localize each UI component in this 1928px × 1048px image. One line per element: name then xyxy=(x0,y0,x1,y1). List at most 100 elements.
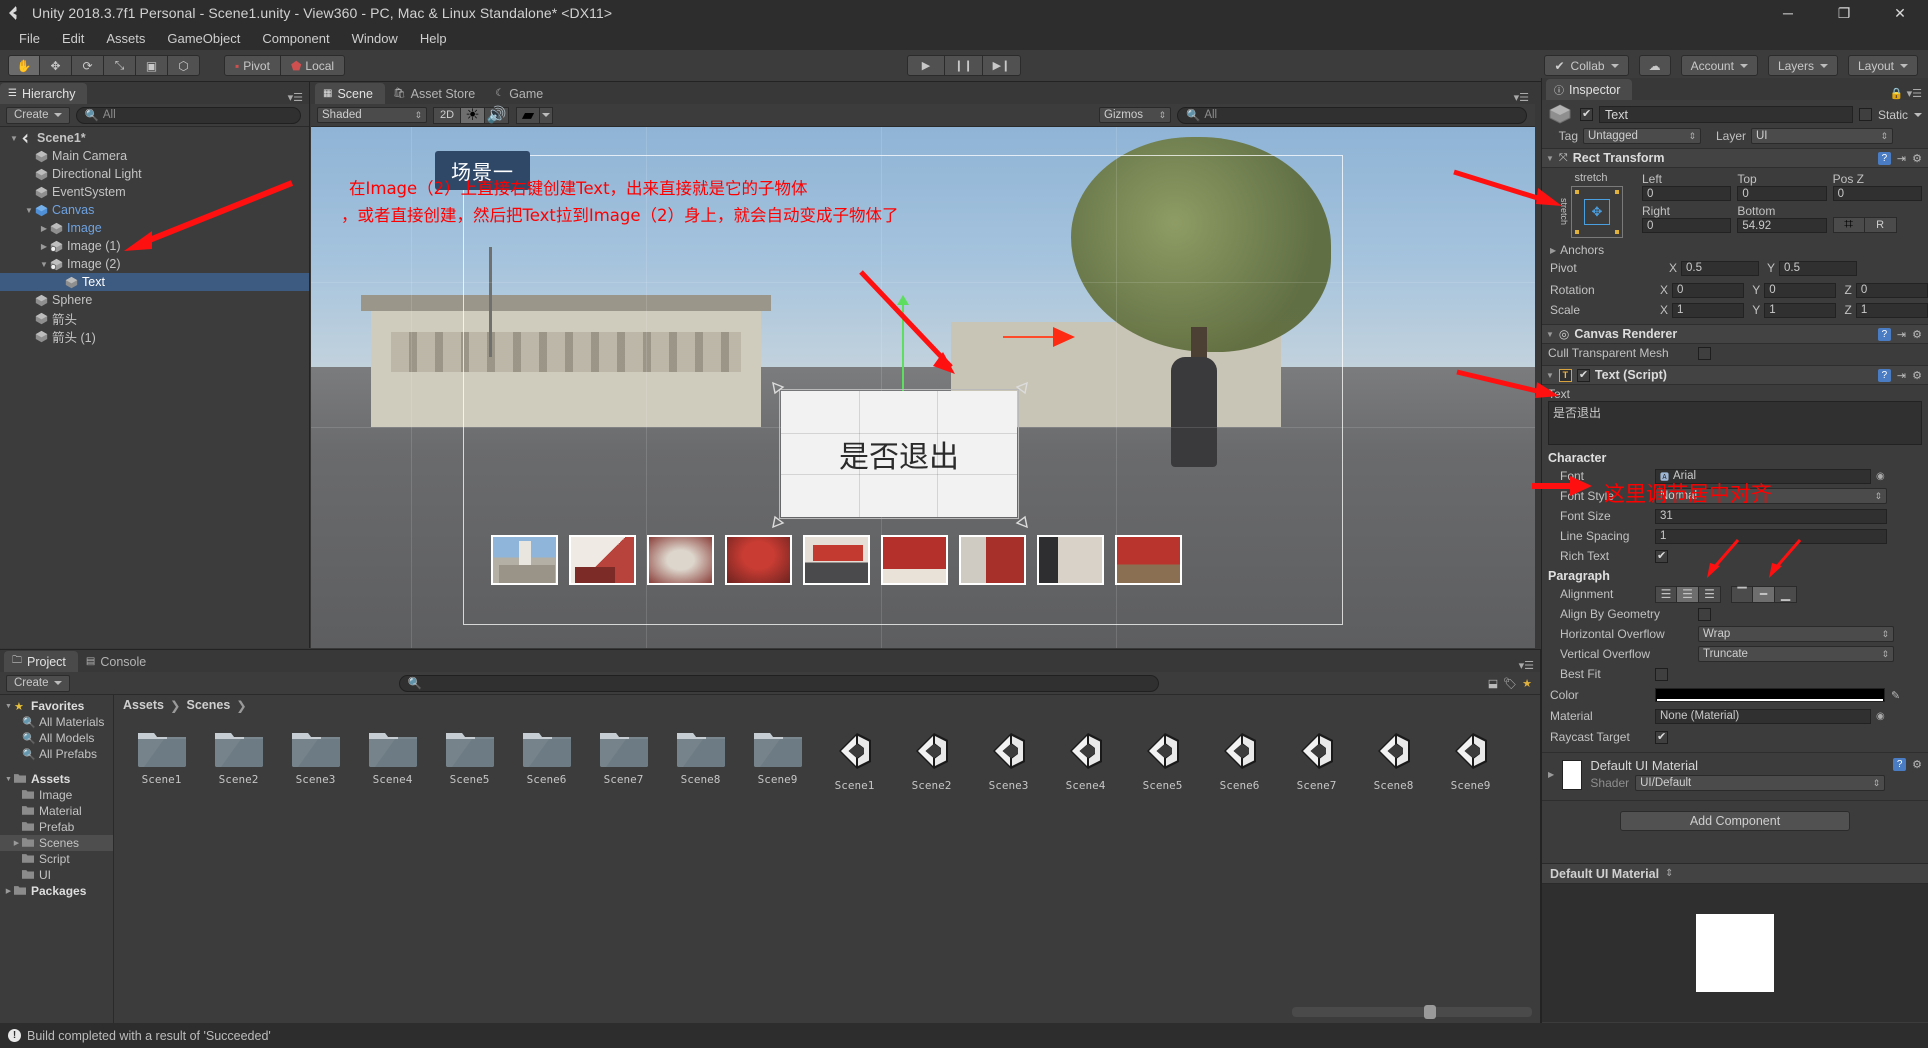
help-icon[interactable]: ? xyxy=(1877,327,1891,341)
pause-button[interactable]: ❙❙ xyxy=(945,55,983,76)
hierarchy-item-main-camera[interactable]: Main Camera xyxy=(0,147,309,165)
object-name-input[interactable]: Text xyxy=(1599,106,1853,123)
pivot-x-input[interactable]: 0.5 xyxy=(1681,260,1760,276)
scene-viewport[interactable]: 场景一 在Image（2）上直接右键创建Text，出来直接就是它的子物体 ，或者… xyxy=(311,127,1535,648)
anchors-foldout[interactable]: ▶ Anchors xyxy=(1542,241,1928,259)
menu-file[interactable]: File xyxy=(8,29,51,48)
left-input[interactable]: 0 xyxy=(1642,186,1732,201)
hierarchy-item-directional-light[interactable]: Directional Light xyxy=(0,165,309,183)
project-folder-tree[interactable]: ▼ ★ Favorites 🔍 All Materials 🔍 All Models 🔍 All… xyxy=(0,695,114,1023)
local-toggle[interactable]: ⬟ Local xyxy=(280,55,346,76)
chevron-down-icon[interactable]: ▼ xyxy=(38,260,50,269)
pivot-toggle[interactable]: ▪ Pivot xyxy=(224,55,281,76)
scale-z-input[interactable]: 1 xyxy=(1855,302,1928,318)
hierarchy-item-image-2[interactable]: ▼ Image (2) xyxy=(0,255,309,273)
project-create-button[interactable]: Create xyxy=(6,674,70,692)
hierarchy-create-button[interactable]: Create xyxy=(6,106,70,124)
hierarchy-item-image[interactable]: ▶ Image xyxy=(0,219,309,237)
scene-audio-icon[interactable]: 🔊 xyxy=(485,106,509,124)
account-button[interactable]: Account xyxy=(1680,55,1758,76)
preset-icon[interactable]: ⇥ xyxy=(1897,328,1906,341)
scene-thumbnail-strip[interactable] xyxy=(491,535,1182,585)
project-search-input[interactable]: 🔍 xyxy=(398,674,1159,692)
tab-inspector[interactable]: ⓘ Inspector xyxy=(1546,79,1633,100)
thumbnail-item[interactable] xyxy=(647,535,714,585)
align-top-button[interactable]: ▔ xyxy=(1731,585,1753,603)
project-tree-item-material[interactable]: Material xyxy=(0,803,113,819)
project-tree-item-all-models[interactable]: 🔍 All Models xyxy=(0,730,113,746)
static-checkbox[interactable] xyxy=(1858,108,1872,121)
project-tree-item-image[interactable]: Image xyxy=(0,787,113,803)
align-left-button[interactable]: ☰ xyxy=(1655,585,1677,603)
chevron-down-icon[interactable]: ▼ xyxy=(3,703,14,710)
asset-item[interactable]: Scene6 xyxy=(1201,727,1278,792)
chevron-down-icon[interactable]: ▼ xyxy=(8,134,20,143)
toggle-2d[interactable]: 2D xyxy=(433,106,461,124)
breadcrumb-assets[interactable]: Assets xyxy=(123,698,164,712)
top-input[interactable]: 0 xyxy=(1737,186,1827,201)
help-icon[interactable]: ? xyxy=(1877,151,1891,165)
gear-icon[interactable]: ⚙ xyxy=(1912,328,1922,341)
hierarchy-item-sphere[interactable]: Sphere xyxy=(0,291,309,309)
tab-asset-store[interactable]: 🛍 Asset Store xyxy=(385,83,487,104)
shading-mode-dropdown[interactable]: Shaded xyxy=(317,107,427,123)
menu-window[interactable]: Window xyxy=(341,29,409,48)
posz-input[interactable]: 0 xyxy=(1832,186,1922,201)
tab-hierarchy[interactable]: ☰ Hierarchy xyxy=(0,83,88,104)
asset-item[interactable]: Scene6 xyxy=(508,727,585,792)
thumbnail-item[interactable] xyxy=(569,535,636,585)
menu-component[interactable]: Component xyxy=(251,29,340,48)
hierarchy-item-eventsystem[interactable]: EventSystem xyxy=(0,183,309,201)
chevron-right-icon[interactable]: ▶ xyxy=(3,887,14,895)
project-tree-item-all-materials[interactable]: 🔍 All Materials xyxy=(0,714,113,730)
component-header-canvas-renderer[interactable]: ▼ ◎ Canvas Renderer ? ⇥ ⚙ xyxy=(1542,324,1928,344)
component-header-text-script[interactable]: ▼ T Text (Script) ? ⇥ ⚙ xyxy=(1542,365,1928,385)
asset-item[interactable]: Scene2 xyxy=(200,727,277,792)
filter-by-label-icon[interactable]: 🏷 xyxy=(1503,677,1517,690)
asset-item[interactable]: Scene1 xyxy=(816,727,893,792)
menu-assets[interactable]: Assets xyxy=(95,29,156,48)
project-tree-item-scenes[interactable]: ▶ Scenes xyxy=(0,835,113,851)
step-button[interactable]: ▶❙ xyxy=(983,55,1021,76)
hierarchy-item-scene1[interactable]: ▼ Scene1* xyxy=(0,129,309,147)
foldout-icon[interactable]: ▶ xyxy=(1548,770,1554,779)
ui-text-box[interactable]: 是否退出 xyxy=(781,391,1017,517)
project-menu-icon[interactable]: ▾☰ xyxy=(1519,659,1540,672)
rotate-tool-icon[interactable]: ⟳ xyxy=(72,55,104,76)
asset-item[interactable]: Scene5 xyxy=(431,727,508,792)
preset-icon[interactable]: ⇥ xyxy=(1897,152,1906,165)
menu-gameobject[interactable]: GameObject xyxy=(156,29,251,48)
scale-tool-icon[interactable]: ⤡ xyxy=(104,55,136,76)
play-button[interactable]: ▶ xyxy=(907,55,945,76)
cloud-button[interactable]: ☁ xyxy=(1638,55,1671,76)
line-spacing-input[interactable]: 1 xyxy=(1655,528,1887,544)
blueprint-mode-button[interactable]: ⌗ xyxy=(1832,216,1865,233)
static-dropdown-icon[interactable] xyxy=(1914,112,1922,117)
filter-by-type-icon[interactable]: ⬓ xyxy=(1488,677,1498,690)
object-picker-icon[interactable]: ◉ xyxy=(1876,471,1885,482)
component-header-rect-transform[interactable]: ▼ ⤧ Rect Transform ? ⇥ ⚙ xyxy=(1542,148,1928,168)
asset-item[interactable]: Scene5 xyxy=(1124,727,1201,792)
asset-item[interactable]: Scene3 xyxy=(970,727,1047,792)
hand-tool-icon[interactable]: ✋ xyxy=(8,55,40,76)
layers-button[interactable]: Layers xyxy=(1767,55,1838,76)
scene-fx-dropdown[interactable] xyxy=(540,106,553,124)
horizontal-overflow-dropdown[interactable]: Wrap xyxy=(1698,626,1894,642)
rotation-z-input[interactable]: 0 xyxy=(1855,282,1928,298)
asset-item[interactable]: Scene1 xyxy=(123,727,200,792)
hierarchy-item-image-1[interactable]: ▶ Image (1) xyxy=(0,237,309,255)
close-button[interactable]: ✕ xyxy=(1872,0,1928,26)
thumbnail-item[interactable] xyxy=(725,535,792,585)
project-tree-item-favorites[interactable]: ▼ ★ Favorites xyxy=(0,698,113,714)
shader-dropdown[interactable]: UI/Default xyxy=(1635,775,1886,791)
hierarchy-item-[interactable]: 箭头 xyxy=(0,309,309,327)
asset-item[interactable]: Scene8 xyxy=(1355,727,1432,792)
gizmos-dropdown[interactable]: Gizmos xyxy=(1099,107,1171,123)
align-middle-button[interactable]: ━ xyxy=(1753,585,1775,603)
asset-item[interactable]: Scene2 xyxy=(893,727,970,792)
foldout-icon[interactable]: ▼ xyxy=(1546,330,1554,339)
align-right-button[interactable]: ☰ xyxy=(1699,585,1721,603)
thumbnail-item[interactable] xyxy=(1037,535,1104,585)
asset-item[interactable]: Scene9 xyxy=(1432,727,1509,792)
gear-icon[interactable]: ⚙ xyxy=(1912,369,1922,382)
